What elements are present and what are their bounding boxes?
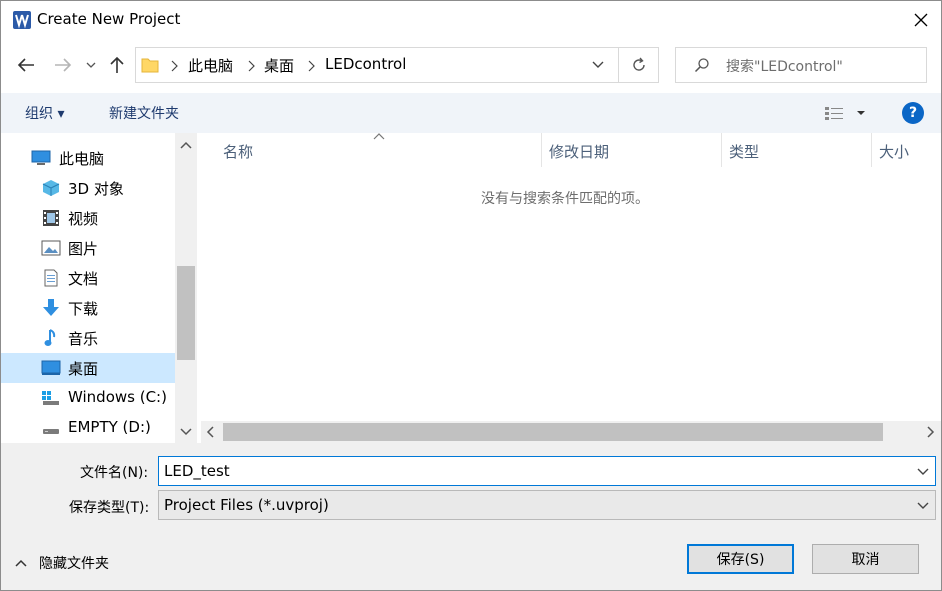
chevron-left-icon[interactable]	[206, 426, 214, 438]
column-divider[interactable]	[541, 133, 542, 167]
chevron-right-icon	[308, 60, 315, 72]
pictures-icon	[41, 240, 61, 256]
arrow-up-icon	[110, 56, 124, 73]
save-form-area: 文件名(N): LED_test 保存类型(T): Project Files …	[1, 443, 941, 590]
refresh-button[interactable]	[618, 48, 658, 82]
search-placeholder: 搜索"LEDcontrol"	[726, 59, 843, 75]
hide-folders-label: 隐藏文件夹	[39, 556, 109, 572]
chevron-down-icon	[917, 502, 929, 509]
drive-icon	[43, 429, 59, 434]
chevron-down-icon[interactable]	[917, 465, 929, 477]
chevron-right-icon	[248, 60, 255, 72]
up-button[interactable]	[105, 53, 129, 77]
column-header-size[interactable]: 大小	[879, 141, 909, 162]
recent-locations-button[interactable]	[81, 53, 101, 77]
sidebar-item-desktop[interactable]: 桌面	[1, 353, 175, 383]
chevron-right-icon[interactable]	[927, 426, 935, 438]
back-button[interactable]	[14, 53, 38, 77]
sidebar-item-label: 此电脑	[59, 150, 105, 168]
new-folder-button[interactable]: 新建文件夹	[109, 103, 179, 123]
file-list[interactable]: 名称 修改日期 类型 大小 没有与搜索条件匹配的项。	[201, 133, 941, 443]
address-bar[interactable]: 此电脑 桌面 LEDcontrol	[135, 47, 659, 83]
3d-objects-icon	[42, 180, 60, 196]
search-box[interactable]: 搜索"LEDcontrol"	[675, 47, 927, 83]
breadcrumb-this-pc[interactable]: 此电脑	[188, 55, 233, 76]
chevron-right-icon	[171, 60, 178, 72]
filename-field[interactable]: LED_test	[158, 456, 936, 486]
sidebar-item-downloads[interactable]: 下载	[1, 293, 175, 323]
create-project-dialog: Create New Project 此电脑 桌面 LEDcontrol 搜索"…	[0, 0, 942, 591]
cancel-button[interactable]: 取消	[812, 544, 919, 574]
filetype-select[interactable]: Project Files (*.uvproj)	[158, 490, 936, 520]
app-icon	[13, 11, 31, 29]
sidebar-item-label: 图片	[68, 240, 99, 258]
sidebar-item-label: 3D 对象	[68, 180, 124, 198]
sidebar-item-drive-c[interactable]: Windows (C:)	[1, 383, 175, 413]
command-toolbar: 组织 ▾ 新建文件夹 ?	[1, 93, 941, 133]
filetype-label: 保存类型(T):	[69, 500, 150, 516]
window-title: Create New Project	[37, 10, 181, 28]
sidebar-item-label: 视频	[68, 210, 99, 228]
scrollbar-thumb[interactable]	[223, 423, 883, 441]
organize-button[interactable]: 组织 ▾	[25, 103, 64, 123]
drive-icon	[42, 391, 59, 405]
close-button[interactable]	[901, 6, 941, 34]
help-icon[interactable]: ?	[902, 102, 924, 124]
refresh-icon	[632, 57, 645, 71]
sidebar-item-label: 下载	[68, 300, 99, 318]
desktop-icon	[41, 360, 61, 375]
sidebar-item-pictures[interactable]: 图片	[1, 233, 175, 263]
computer-icon	[31, 150, 51, 165]
chevron-up-icon	[15, 559, 27, 567]
breadcrumb-ledcontrol[interactable]: LEDcontrol	[325, 55, 406, 73]
sort-ascending-icon	[373, 133, 385, 140]
sidebar-item-drive-d[interactable]: EMPTY (D:)	[1, 413, 175, 443]
video-icon	[43, 210, 59, 226]
sidebar-item-label: Windows (C:)	[68, 388, 167, 406]
navigation-pane: 此电脑 3D 对象 视频 图片 文档 下载 音乐 桌面 Windows (C:)…	[1, 133, 197, 443]
sidebar-item-label: EMPTY (D:)	[68, 418, 151, 436]
breadcrumb-desktop[interactable]: 桌面	[264, 55, 294, 76]
folder-icon	[141, 58, 159, 73]
empty-message: 没有与搜索条件匹配的项。	[481, 191, 649, 207]
close-icon	[914, 13, 928, 27]
column-header-date[interactable]: 修改日期	[549, 141, 609, 162]
arrow-right-icon	[55, 58, 72, 72]
column-header-type[interactable]: 类型	[729, 141, 759, 162]
column-divider[interactable]	[721, 133, 722, 167]
documents-icon	[44, 269, 58, 287]
save-button[interactable]: 保存(S)	[687, 544, 794, 574]
chevron-down-icon	[592, 61, 604, 68]
column-divider[interactable]	[871, 133, 872, 167]
arrow-left-icon	[17, 58, 34, 72]
music-icon	[44, 329, 56, 346]
details-view-icon	[825, 107, 865, 120]
sidebar-item-label: 文档	[68, 270, 99, 288]
title-bar: Create New Project	[1, 1, 941, 39]
address-dropdown[interactable]	[583, 48, 613, 82]
sidebar-item-videos[interactable]: 视频	[1, 203, 175, 233]
filename-label: 文件名(N):	[80, 465, 149, 481]
filetype-value: Project Files (*.uvproj)	[164, 496, 329, 514]
view-options-button[interactable]	[823, 103, 869, 123]
search-icon	[694, 58, 709, 73]
sidebar-item-label: 音乐	[68, 330, 99, 348]
sidebar-item-music[interactable]: 音乐	[1, 323, 175, 353]
sidebar-item-documents[interactable]: 文档	[1, 263, 175, 293]
sidebar-item-this-pc[interactable]: 此电脑	[1, 143, 175, 173]
sidebar-item-3d-objects[interactable]: 3D 对象	[1, 173, 175, 203]
chevron-down-icon	[86, 62, 96, 68]
chevron-up-icon[interactable]	[180, 141, 192, 149]
column-header-name[interactable]: 名称	[223, 141, 253, 162]
scrollbar-thumb[interactable]	[177, 266, 195, 360]
forward-button[interactable]	[51, 53, 75, 77]
download-icon	[43, 299, 59, 316]
chevron-down-icon[interactable]	[180, 428, 192, 436]
sidebar-item-label: 桌面	[68, 360, 99, 378]
filename-value: LED_test	[164, 462, 230, 480]
